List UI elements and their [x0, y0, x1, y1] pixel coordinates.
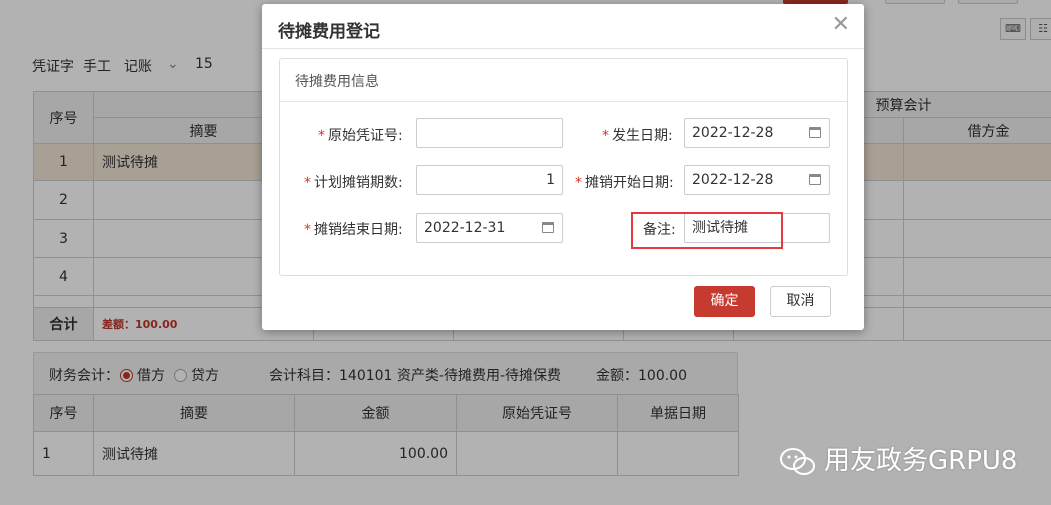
end-date-label: * 摊销结束日期:: [304, 222, 403, 238]
panel-header: 待摊费用信息: [280, 59, 847, 102]
end-date-input[interactable]: 2022-12-31: [416, 213, 563, 243]
confirm-button[interactable]: 确定: [694, 286, 755, 317]
occur-date-input[interactable]: 2022-12-28: [684, 118, 830, 148]
start-date-input[interactable]: 2022-12-28: [684, 165, 830, 195]
periods-input[interactable]: 1: [416, 165, 563, 195]
highlight-box: [631, 212, 783, 249]
dialog-title: 待摊费用登记: [278, 22, 380, 42]
calendar-icon[interactable]: [809, 127, 821, 138]
periods-label: * 计划摊销期数:: [304, 175, 403, 191]
panel-title: 待摊费用信息: [295, 74, 379, 90]
orig-voucher-label: * 原始凭证号:: [318, 128, 403, 144]
start-date-label: * 摊销开始日期:: [575, 175, 674, 191]
watermark: 用友政务GRPU8: [780, 440, 1017, 477]
calendar-icon[interactable]: [809, 174, 821, 185]
cancel-button[interactable]: 取消: [770, 286, 831, 317]
close-icon[interactable]: ✕: [832, 14, 850, 36]
wechat-icon: [780, 447, 816, 477]
divider: [262, 48, 864, 49]
orig-voucher-input[interactable]: [416, 118, 563, 148]
occur-date-label: * 发生日期:: [602, 128, 673, 144]
prepaid-expense-dialog: 待摊费用登记 ✕ 待摊费用信息 * 原始凭证号: * 发生日期: 2022-12-2…: [262, 4, 864, 330]
watermark-text: 用友政务GRPU8: [824, 446, 1018, 476]
calendar-icon[interactable]: [542, 222, 554, 233]
